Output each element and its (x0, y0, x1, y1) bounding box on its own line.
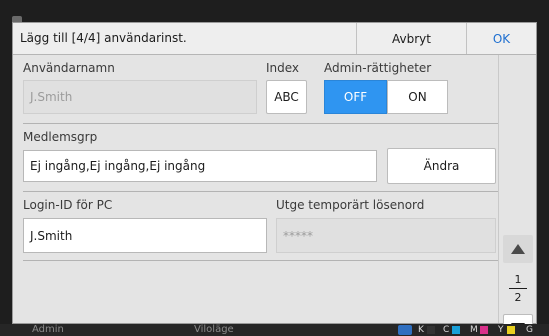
ink-g-label: G (526, 325, 533, 335)
dialog-title: Lägg till [4/4] användarinst. (20, 31, 187, 45)
section-divider (23, 123, 498, 124)
username-label: Användarnamn (23, 61, 115, 75)
triangle-up-icon (511, 244, 525, 254)
device-screen: Lägg till [4/4] användarinst. Avbryt OK … (0, 0, 549, 336)
member-group-label: Medlemsgrp (23, 130, 98, 144)
ink-k-label: K (418, 325, 424, 335)
status-bar: Admin Viloläge K C M Y G (0, 324, 549, 336)
ink-m-label: M (470, 325, 478, 335)
ink-y-label: Y (498, 325, 504, 335)
top-frame (0, 0, 549, 14)
index-label: Index (266, 61, 300, 75)
section-divider (23, 191, 498, 192)
ink-c-swatch (452, 326, 460, 334)
ok-button[interactable]: OK (466, 23, 536, 54)
status-user: Admin (32, 324, 64, 335)
page-total: 2 (514, 291, 522, 304)
settings-form: Användarnamn J.Smith Index ABC Admin-rät… (23, 55, 498, 323)
admin-on-toggle[interactable]: ON (387, 80, 448, 114)
ink-m-swatch (480, 326, 488, 334)
cancel-button[interactable]: Avbryt (356, 23, 466, 54)
temp-password-field: ***** (276, 218, 496, 253)
add-user-dialog: Lägg till [4/4] användarinst. Avbryt OK … (12, 22, 537, 336)
login-id-label: Login-ID för PC (23, 198, 113, 212)
dialog-header: Lägg till [4/4] användarinst. Avbryt OK (13, 23, 536, 55)
change-group-button[interactable]: Ändra (387, 148, 496, 184)
ink-c-label: C (443, 325, 450, 335)
status-mode: Viloläge (194, 324, 234, 335)
admin-rights-label: Admin-rättigheter (324, 61, 432, 75)
login-id-field[interactable]: J.Smith (23, 218, 267, 253)
page-fraction-line (509, 288, 527, 289)
section-divider (23, 260, 498, 261)
temp-password-label: Utge temporärt lösenord (276, 198, 425, 212)
page-current: 1 (514, 273, 522, 286)
index-button[interactable]: ABC (266, 80, 307, 114)
ink-k-swatch (427, 326, 435, 334)
ink-y-swatch (507, 326, 515, 334)
admin-off-toggle[interactable]: OFF (324, 80, 387, 114)
page-scroller: 1 2 (498, 55, 536, 336)
username-field: J.Smith (23, 80, 257, 114)
scroll-up-button[interactable] (503, 235, 533, 263)
ink-status-icon (398, 325, 412, 335)
member-group-field: Ej ingång,Ej ingång,Ej ingång (23, 150, 377, 182)
